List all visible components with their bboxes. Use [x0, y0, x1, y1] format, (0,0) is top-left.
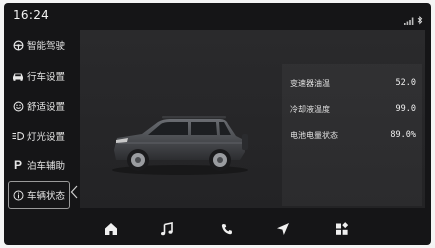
sidebar-item-label: 车辆状态 — [27, 191, 66, 202]
car-icon — [12, 70, 24, 82]
apps-icon — [336, 222, 349, 235]
apps-button[interactable] — [332, 219, 352, 239]
sidebar-item-lighting-settings[interactable]: 灯光设置 — [4, 122, 80, 150]
info-label: 变速器油温 — [290, 78, 330, 88]
sidebar-item-parking-assist[interactable]: P 泊车辅助 — [4, 151, 80, 179]
sidebar-item-label: 智能驾驶 — [27, 41, 66, 52]
navigation-button[interactable] — [273, 219, 293, 239]
sidebar-item-label: 灯光设置 — [27, 132, 66, 143]
bottom-dock — [80, 213, 425, 245]
home-icon — [105, 223, 117, 235]
info-row-transmission-oil-temp: 变速器油温 52.0 — [290, 75, 416, 91]
sidebar-item-comfort-settings[interactable]: 舒适设置 — [4, 92, 80, 120]
steering-wheel-icon — [12, 39, 24, 51]
music-icon — [161, 222, 173, 236]
sidebar-item-label: 泊车辅助 — [27, 161, 66, 172]
info-value: 89.0% — [390, 130, 416, 140]
sidebar-item-driving-settings[interactable]: 行车设置 — [4, 62, 80, 90]
sidebar-item-label: 行车设置 — [27, 72, 66, 83]
status-bar: 16:24 — [4, 3, 431, 27]
info-row-battery-level: 电池电量状态 89.0% — [290, 127, 416, 143]
infotainment-screen: 16:24 智能驾驶 行车设置 舒适设置 灯光设置 P 泊车辅助 车辆状态 变速… — [4, 3, 431, 245]
vehicle-status-panel: 变速器油温 52.0 冷却液温度 99.0 电池电量状态 89.0% — [80, 30, 425, 208]
phone-icon — [221, 224, 232, 235]
settings-sidebar: 智能驾驶 行车设置 舒适设置 灯光设置 P 泊车辅助 车辆状态 — [4, 31, 80, 209]
smile-icon — [12, 100, 24, 112]
sidebar-item-vehicle-status[interactable]: 车辆状态 — [8, 181, 70, 209]
suv-image — [112, 116, 248, 175]
active-indicator-chevron-icon — [70, 185, 78, 199]
sidebar-item-label: 舒适设置 — [27, 102, 66, 113]
parking-icon: P — [13, 158, 22, 172]
headlight-icon — [12, 130, 24, 142]
info-label: 冷却液温度 — [290, 104, 330, 114]
vehicle-info-list: 变速器油温 52.0 冷却液温度 99.0 电池电量状态 89.0% — [282, 64, 422, 206]
info-value: 52.0 — [395, 78, 416, 88]
info-icon — [12, 189, 24, 201]
phone-button[interactable] — [217, 219, 237, 239]
system-icons — [404, 10, 423, 29]
info-value: 99.0 — [395, 104, 416, 114]
music-button[interactable] — [157, 219, 177, 239]
home-button[interactable] — [101, 219, 121, 239]
bluetooth-icon — [417, 10, 423, 29]
sidebar-item-smart-driving[interactable]: 智能驾驶 — [4, 31, 80, 59]
info-row-coolant-temp: 冷却液温度 99.0 — [290, 101, 416, 117]
clock: 16:24 — [13, 8, 50, 22]
info-label: 电池电量状态 — [290, 130, 338, 140]
signal-icon — [404, 10, 414, 29]
navigation-icon — [277, 223, 289, 235]
